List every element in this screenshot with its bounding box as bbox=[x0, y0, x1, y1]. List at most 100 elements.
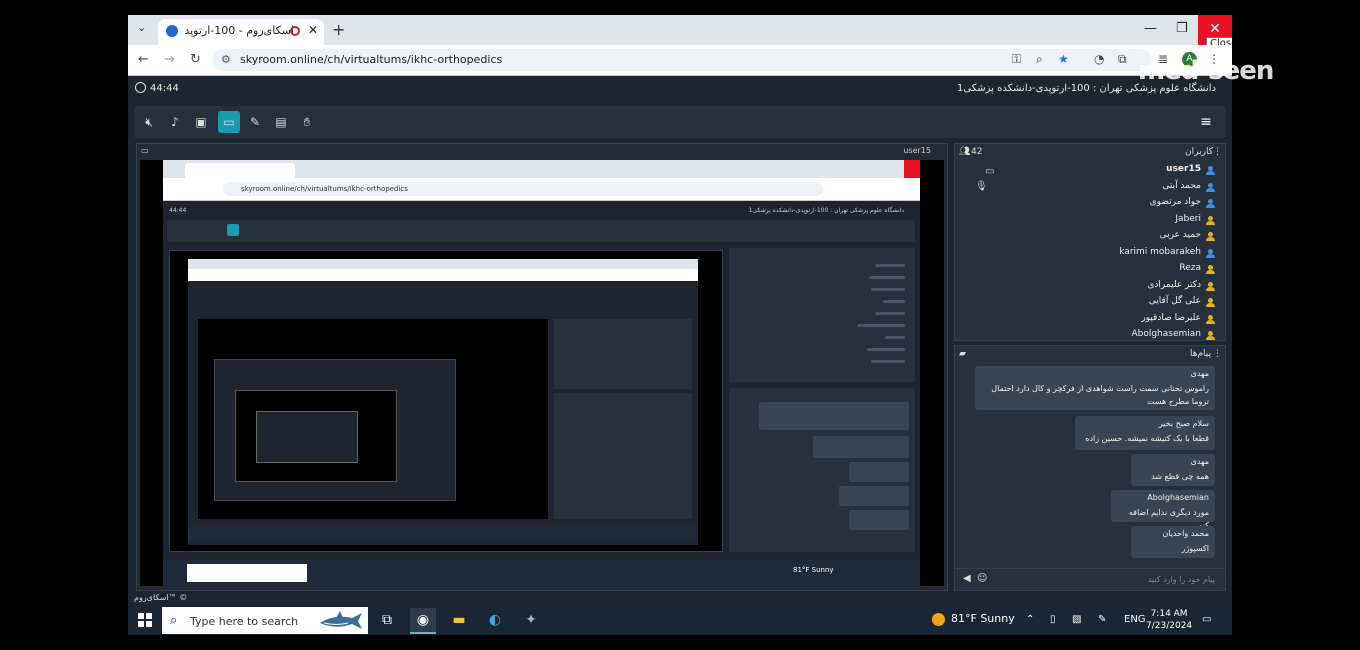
tab-search-chevron-icon[interactable]: ⌄ bbox=[137, 21, 146, 34]
user-row[interactable]: Reza bbox=[1065, 263, 1215, 280]
monitor-icon[interactable]: ▭ bbox=[985, 166, 994, 177]
url-field[interactable]: ⚙ skyroom.online/ch/virtualtums/ikhc-ort… bbox=[212, 49, 1152, 71]
nested-share-btn bbox=[227, 224, 239, 236]
user-row[interactable]: karimi mobarakeh bbox=[1065, 247, 1215, 264]
nested-user-line bbox=[867, 348, 905, 351]
nested-share-panel bbox=[169, 250, 723, 552]
message-author: محمد واحدیان bbox=[1162, 529, 1209, 538]
chat-input[interactable]: پیام خود را وارد کنید bbox=[1148, 575, 1215, 584]
nested-level-2-taskbar bbox=[188, 527, 698, 541]
browser-tab[interactable]: اسکای‌روم - 100-ارتوپدی-دا... ✕ bbox=[158, 19, 324, 45]
user-row[interactable]: Jaberi bbox=[1065, 214, 1215, 231]
user-row[interactable]: Abolghasemian bbox=[1065, 329, 1215, 346]
address-bar-row: ← → ↻ ⚙ skyroom.online/ch/virtualtums/ik… bbox=[128, 45, 1232, 76]
nested-user-line bbox=[857, 324, 905, 327]
file-explorer-icon[interactable]: ▬ bbox=[446, 608, 472, 632]
sun-icon bbox=[932, 612, 945, 626]
hamburger-menu-icon[interactable]: ≡ bbox=[1196, 112, 1216, 132]
nested-level-4 bbox=[214, 359, 456, 501]
input-language[interactable]: ENG bbox=[1124, 614, 1146, 625]
panel-menu-icon[interactable]: ⋮ bbox=[1213, 147, 1222, 157]
file-icon[interactable]: ▤ bbox=[270, 111, 292, 133]
user-list: user15 محمد آیتی جواد مرتضوی Jaberi حمید عرب… bbox=[1065, 164, 1215, 346]
room-header: 44:44 دانشگاه علوم پزشکی تهران : 100-ارت… bbox=[128, 76, 1232, 102]
maximize-button[interactable]: ❐ bbox=[1176, 21, 1188, 36]
chat-message: مهدی همه چی قطع شد bbox=[1131, 454, 1215, 486]
shared-screen-content: skyroom.online/ch/virtualtums/ikhc-ortho… bbox=[140, 160, 944, 586]
app-icon[interactable]: ✦ bbox=[518, 608, 544, 632]
new-tab-button[interactable]: + bbox=[332, 20, 345, 39]
chrome-taskbar-icon[interactable]: ◉ bbox=[410, 608, 436, 634]
tray-pen-icon[interactable]: ✎ bbox=[1098, 614, 1106, 625]
chat-icon: ▰ bbox=[959, 349, 966, 359]
user-name: علیرضا صادقپور bbox=[1141, 312, 1201, 323]
tray-device-icon[interactable]: ▯ bbox=[1050, 614, 1056, 625]
task-view-icon[interactable]: ⧉ bbox=[374, 608, 400, 632]
nested-toolbar bbox=[167, 220, 915, 242]
puzzle-icon[interactable]: ⧉ bbox=[1118, 52, 1127, 67]
tray-network-icon[interactable]: ▧ bbox=[1072, 614, 1081, 625]
nested-tab bbox=[185, 163, 295, 178]
user-row[interactable]: علی گل آقایی bbox=[1065, 296, 1215, 313]
forward-arrow-icon[interactable]: → bbox=[164, 52, 175, 67]
edge-icon[interactable]: ◐ bbox=[482, 608, 508, 632]
user-row[interactable]: جواد مرتضوی bbox=[1065, 197, 1215, 214]
site-info-icon[interactable]: ⚙ bbox=[221, 53, 231, 66]
user-row[interactable]: user15 bbox=[1065, 164, 1215, 181]
send-icon[interactable]: ◀ bbox=[963, 573, 971, 584]
whiteboard-pen-icon[interactable]: ✎ bbox=[244, 111, 266, 133]
raise-hand-icon[interactable]: ✋︎ bbox=[296, 111, 318, 133]
chat-message: Abolghasemian مورد دیگری ندایم اضافه کنم bbox=[1111, 490, 1215, 530]
taskbar-search[interactable]: ⌕ Type here to search bbox=[162, 607, 368, 634]
nested-user-line bbox=[871, 360, 905, 363]
nested-level-5 bbox=[235, 390, 397, 482]
minimize-button[interactable]: — bbox=[1144, 21, 1157, 36]
nested-level-2-address bbox=[188, 269, 698, 281]
password-key-icon[interactable]: ⚿ bbox=[1012, 52, 1021, 67]
nested-user-line bbox=[875, 312, 905, 315]
screen-share-icon[interactable]: ▭ bbox=[218, 111, 240, 133]
skyroom-favicon-icon bbox=[166, 25, 178, 37]
nested-level-3 bbox=[198, 319, 548, 519]
close-tab-icon[interactable]: ✕ bbox=[308, 23, 318, 37]
nested-url: skyroom.online/ch/virtualtums/ikhc-ortho… bbox=[223, 182, 823, 196]
extension-icon[interactable]: ◔ bbox=[1094, 52, 1104, 66]
monitor-icon: ▭ bbox=[141, 146, 149, 155]
user-name: user15 bbox=[1166, 164, 1201, 174]
panel-menu-icon[interactable]: ⋮ bbox=[1213, 349, 1222, 359]
user-row[interactable]: دکتر علیمرادی bbox=[1065, 280, 1215, 297]
user-row[interactable]: علیرضا صادقپور bbox=[1065, 313, 1215, 330]
notifications-icon[interactable]: ▭ bbox=[1202, 614, 1211, 625]
nested-user-line bbox=[883, 300, 905, 303]
back-arrow-icon[interactable]: ← bbox=[138, 52, 149, 67]
weather-widget[interactable]: 81°F Sunny bbox=[932, 612, 1015, 626]
mic-icon[interactable]: 🎙︎ bbox=[975, 181, 994, 192]
user-name: جواد مرتضوی bbox=[1149, 197, 1201, 207]
user-icon bbox=[1206, 182, 1215, 192]
zoom-icon[interactable]: ⌕ bbox=[1036, 52, 1043, 67]
users-panel: 42 👥︎ کاربران ⋮ ▭ 🎙︎ user15 محمد آیتی جواد… bbox=[954, 143, 1226, 341]
taskbar-clock[interactable]: 7:14 AM 7/23/2024 bbox=[1146, 608, 1192, 632]
message-text: راموس تحتانی سمت راست شواهدی از فرکچر و … bbox=[991, 384, 1209, 406]
emoji-icon[interactable]: ☺ bbox=[977, 573, 987, 584]
user-name: علی گل آقایی bbox=[1148, 296, 1201, 306]
windows-start-icon[interactable] bbox=[138, 613, 152, 627]
bookmark-star-icon[interactable]: ★ bbox=[1058, 52, 1069, 66]
camera-off-icon[interactable]: ▣ bbox=[190, 111, 212, 133]
reload-icon[interactable]: ↻ bbox=[190, 52, 201, 67]
user-name: Jaberi bbox=[1175, 213, 1201, 224]
speaker-mute-icon[interactable]: 🔇︎ bbox=[138, 111, 160, 133]
clock-date: 7/23/2024 bbox=[1146, 621, 1193, 631]
taskbar-search-placeholder: Type here to search bbox=[190, 615, 299, 628]
user-name: محمد آیتی bbox=[1162, 180, 1201, 191]
nested-room-title: دانشگاه علوم پزشکی تهران : 100-ارتوپدی-د… bbox=[748, 207, 904, 214]
user-row[interactable]: حمید عربی bbox=[1065, 230, 1215, 247]
nested-tab-bar bbox=[163, 160, 920, 178]
message-text: همه چی قطع شد bbox=[1151, 472, 1209, 481]
watermark-logo: med-seen bbox=[1138, 56, 1274, 86]
mic-off-icon[interactable]: ♪ bbox=[164, 111, 186, 133]
user-row[interactable]: محمد آیتی bbox=[1065, 181, 1215, 198]
user-name: دکتر علیمرادی bbox=[1147, 279, 1201, 290]
message-author: Abolghasemian bbox=[1147, 493, 1209, 502]
tray-chevron-icon[interactable]: ⌃ bbox=[1026, 614, 1034, 625]
